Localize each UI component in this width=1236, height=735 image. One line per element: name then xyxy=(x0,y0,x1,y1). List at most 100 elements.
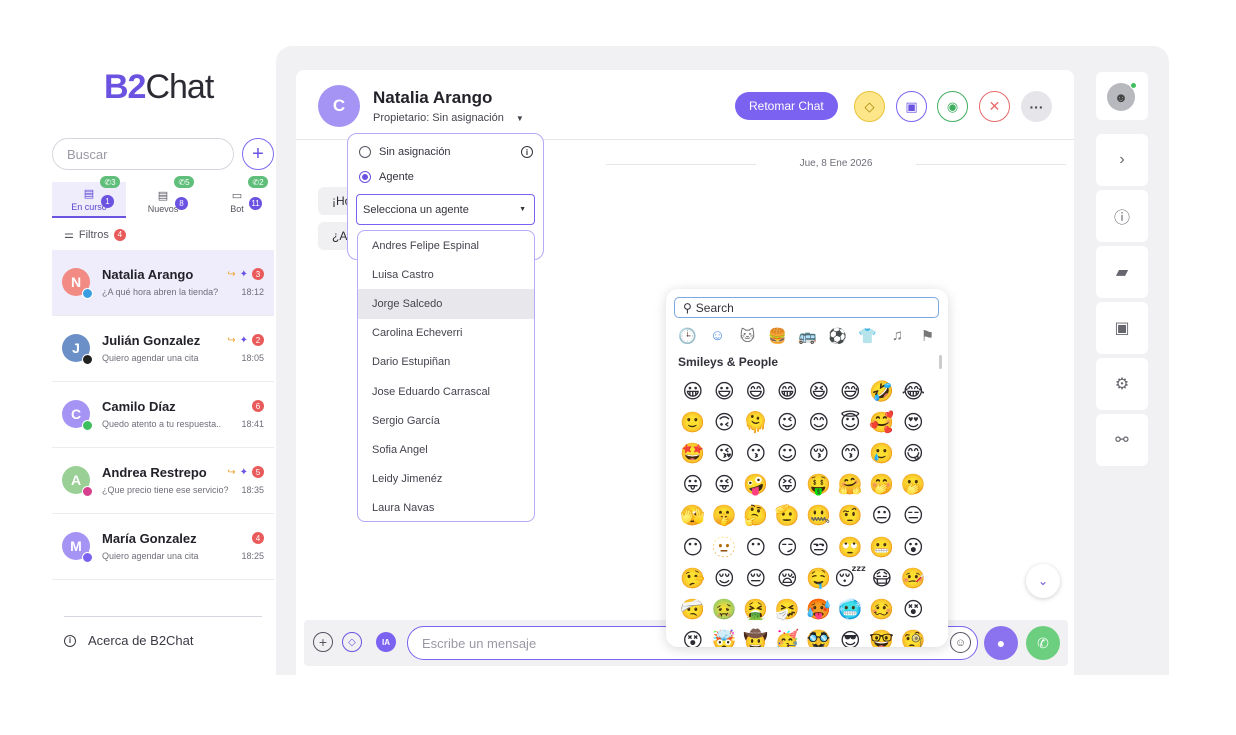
agent-option[interactable]: Jose Eduardo Carrascal xyxy=(358,377,534,406)
emoji-option[interactable]: 😬 xyxy=(866,531,898,562)
emoji-option[interactable]: 🤗 xyxy=(835,469,867,500)
conversation-item[interactable]: C Camilo Díaz Quedo atento a tu respuest… xyxy=(52,382,274,448)
emoji-option[interactable]: 🫢 xyxy=(898,469,930,500)
emoji-option[interactable]: 😷 xyxy=(866,562,898,593)
emoji-option[interactable]: 😗 xyxy=(740,437,772,468)
add-conversation-button[interactable]: + xyxy=(242,138,274,170)
agent-option[interactable]: Sergio García xyxy=(358,406,534,435)
agent-select[interactable]: Selecciona un agente ▼ xyxy=(356,194,535,225)
emoji-button[interactable]: ☺ xyxy=(950,632,971,653)
emoji-option[interactable]: 🥵 xyxy=(803,593,835,624)
emoji-category-icon[interactable]: 🐱 xyxy=(738,327,757,345)
call-button[interactable]: ✆ xyxy=(1026,626,1060,660)
scroll-down-button[interactable]: ⌄ xyxy=(1026,564,1060,598)
emoji-option[interactable]: 😶 xyxy=(740,531,772,562)
emoji-option[interactable]: 😵 xyxy=(898,593,930,624)
microphone-button[interactable]: ● xyxy=(984,626,1018,660)
radio-sin-asignacion[interactable]: Sin asignación xyxy=(359,146,451,158)
terminal-button[interactable]: ▣ xyxy=(896,91,927,122)
agent-option[interactable]: Dario Estupiñan xyxy=(358,348,534,377)
retomar-chat-button[interactable]: Retomar Chat xyxy=(735,92,838,120)
emoji-category-icon[interactable]: ⚽ xyxy=(828,327,847,345)
emoji-option[interactable]: 🥰 xyxy=(866,406,898,437)
emoji-option[interactable]: 😒 xyxy=(803,531,835,562)
emoji-option[interactable]: 😑 xyxy=(898,500,930,531)
emoji-option[interactable]: 😋 xyxy=(898,437,930,468)
emoji-option[interactable]: 🙃 xyxy=(709,406,741,437)
agent-option[interactable]: Laura Navas xyxy=(358,494,534,521)
conversation-item[interactable]: A Andrea Restrepo ¿Que precio tiene ese … xyxy=(52,448,274,514)
emoji-option[interactable]: 😪 xyxy=(772,562,804,593)
emoji-option[interactable]: 😙 xyxy=(835,437,867,468)
emoji-option[interactable]: 🤓 xyxy=(866,625,898,647)
emoji-option[interactable]: 🤠 xyxy=(740,625,772,647)
emoji-option[interactable]: 🥲 xyxy=(866,437,898,468)
emoji-option[interactable]: 🥸 xyxy=(803,625,835,647)
emoji-category-icon[interactable]: ♫ xyxy=(888,327,907,345)
emoji-option[interactable]: 😇 xyxy=(835,406,867,437)
tab-en-curso[interactable]: ✆ 3 ▤ En curso 1 xyxy=(52,176,126,218)
emoji-option[interactable]: 🤢 xyxy=(709,593,741,624)
emoji-option[interactable]: 🤕 xyxy=(677,593,709,624)
agent-option[interactable]: Carolina Echeverri xyxy=(358,319,534,348)
emoji-category-icon[interactable]: 🚌 xyxy=(798,327,817,345)
emoji-option[interactable]: 😚 xyxy=(803,437,835,468)
settings-panel-button[interactable]: ⚙ xyxy=(1096,358,1148,410)
emoji-option[interactable]: 🥳 xyxy=(772,625,804,647)
emoji-option[interactable]: 🤥 xyxy=(677,562,709,593)
emoji-option[interactable]: 🤩 xyxy=(677,437,709,468)
emoji-option[interactable]: 😀 xyxy=(677,375,709,406)
search-input[interactable]: Buscar xyxy=(52,138,234,170)
emoji-category-icon[interactable]: ⚑ xyxy=(918,327,937,345)
emoji-option[interactable]: 🤤 xyxy=(803,562,835,593)
emoji-option[interactable]: 🫠 xyxy=(740,406,772,437)
emoji-option[interactable]: 😍 xyxy=(898,406,930,437)
emoji-option[interactable]: 😃 xyxy=(709,375,741,406)
emoji-search-input[interactable]: ⚲ Search xyxy=(674,297,939,318)
emoji-category-icon[interactable]: ☺ xyxy=(708,327,727,345)
emoji-option[interactable]: 😉 xyxy=(772,406,804,437)
emoji-option[interactable]: 😛 xyxy=(677,469,709,500)
hubspot-panel-button[interactable]: ⚯ xyxy=(1096,414,1148,466)
emoji-option[interactable]: 🤣 xyxy=(866,375,898,406)
emoji-category-icon[interactable]: 👕 xyxy=(858,327,877,345)
emoji-option[interactable]: 😝 xyxy=(772,469,804,500)
emoji-option[interactable]: 🤪 xyxy=(740,469,772,500)
emoji-option[interactable]: 🤧 xyxy=(772,593,804,624)
expand-panel-button[interactable]: › xyxy=(1096,134,1148,186)
emoji-option[interactable]: 😌 xyxy=(709,562,741,593)
emoji-option[interactable]: 🤑 xyxy=(803,469,835,500)
emoji-option[interactable]: 😄 xyxy=(740,375,772,406)
emoji-option[interactable]: 😂 xyxy=(898,375,930,406)
filters-button[interactable]: ⚌ Filtros 4 xyxy=(64,228,126,241)
emoji-option[interactable]: 🤭 xyxy=(866,469,898,500)
tag-composer-button[interactable]: ◇ xyxy=(342,632,362,652)
emoji-option[interactable]: 😶 xyxy=(677,531,709,562)
store-panel-button[interactable]: ▰ xyxy=(1096,246,1148,298)
emoji-option[interactable]: 🤫 xyxy=(709,500,741,531)
emoji-option[interactable]: 🥶 xyxy=(835,593,867,624)
emoji-category-icon[interactable]: 🕒 xyxy=(678,327,697,345)
emoji-option[interactable]: 😜 xyxy=(709,469,741,500)
emoji-option[interactable]: 🤮 xyxy=(740,593,772,624)
about-link[interactable]: i Acerca de B2Chat xyxy=(64,616,262,648)
emoji-option[interactable]: 🫡 xyxy=(772,500,804,531)
tab-bot[interactable]: ✆ 2 ▭ Bot 11 xyxy=(200,176,274,218)
emoji-option[interactable]: 😎 xyxy=(835,625,867,647)
emoji-option[interactable]: 😘 xyxy=(709,437,741,468)
emoji-option[interactable]: 🤯 xyxy=(709,625,741,647)
emoji-option[interactable]: 🤨 xyxy=(835,500,867,531)
emoji-scrollbar[interactable] xyxy=(939,355,942,369)
agent-option[interactable]: Luisa Castro xyxy=(358,260,534,289)
emoji-option[interactable]: 🥴 xyxy=(866,593,898,624)
emoji-option[interactable]: 😵 xyxy=(677,625,709,647)
conversation-item[interactable]: N Natalia Arango ¿A qué hora abren la ti… xyxy=(52,250,274,316)
conversation-item[interactable]: M María Gonzalez Quiero agendar una cita… xyxy=(52,514,274,580)
ia-button[interactable]: IA xyxy=(376,632,396,652)
emoji-option[interactable]: 😴 xyxy=(834,562,866,593)
emoji-option[interactable]: 😏 xyxy=(772,531,804,562)
agent-option[interactable]: Jorge Salcedo xyxy=(358,289,534,319)
attach-button[interactable]: + xyxy=(313,632,333,652)
status-button[interactable]: ◉ xyxy=(937,91,968,122)
emoji-option[interactable]: 🫣 xyxy=(677,500,709,531)
